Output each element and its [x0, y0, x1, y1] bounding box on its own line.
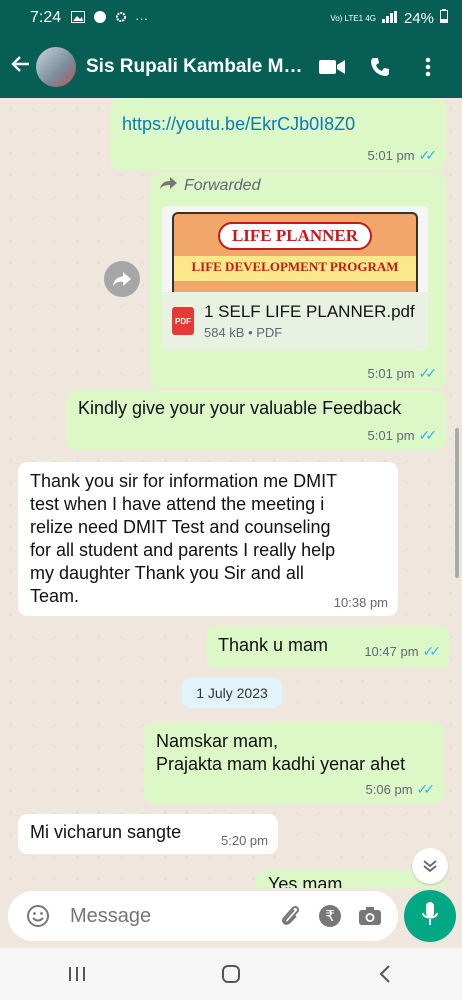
forward-arrow-icon: [160, 176, 178, 195]
camera-icon[interactable]: [350, 906, 390, 926]
message-composer[interactable]: ₹: [8, 891, 398, 941]
message-meta: 10:47 pm ✓✓: [364, 643, 442, 660]
home-icon[interactable]: [201, 954, 261, 994]
message-incoming[interactable]: Mi vicharun sangte 5:20 pm: [18, 814, 278, 854]
message-time: 5:01 pm: [367, 148, 415, 163]
attachment-icon[interactable]: [270, 904, 310, 928]
settings-icon: [115, 11, 127, 26]
message-meta: 10:38 pm: [334, 595, 388, 610]
double-check-icon: ✓✓: [418, 427, 438, 443]
status-bar: 7:24 ··· Vo) LTE1 4G 24%: [0, 0, 462, 36]
message-text: Namskar mam, Prajakta mam kadhi yenar ah…: [156, 731, 406, 774]
message-time: 10:47 pm: [364, 644, 419, 659]
share-icon[interactable]: [104, 261, 140, 297]
recent-apps-icon[interactable]: [47, 954, 107, 994]
video-call-icon[interactable]: [308, 59, 356, 75]
microphone-button[interactable]: [404, 890, 456, 942]
thumbnail-subtitle: LIFE DEVELOPMENT PROGRAM: [174, 256, 416, 281]
double-check-icon: ✓✓: [416, 781, 436, 797]
signal-icon: [381, 10, 398, 27]
message-input[interactable]: [70, 904, 270, 928]
document-card[interactable]: LIFE PLANNER LIFE DEVELOPMENT PROGRAM PD…: [162, 206, 428, 350]
svg-text:₹: ₹: [325, 907, 335, 925]
message-outgoing[interactable]: Thank u mam 10:47 pm ✓✓: [206, 626, 450, 668]
scrollbar[interactable]: [455, 428, 459, 578]
message-text: Mi vicharun sangte: [30, 822, 182, 842]
network-indicator: Vo) LTE1 4G: [330, 13, 376, 23]
message-meta: 5:01 pm ✓✓: [367, 147, 438, 164]
arrow-left-icon[interactable]: [4, 53, 36, 81]
pdf-file-icon: PDF: [172, 307, 194, 335]
gallery-icon: [71, 10, 86, 26]
document-info[interactable]: PDF 1 SELF LIFE PLANNER.pdf 584 kB • PDF: [162, 292, 428, 350]
battery-level: 24%: [403, 9, 434, 27]
status-time: 7:24: [30, 9, 62, 26]
rupee-payment-icon[interactable]: ₹: [310, 904, 350, 928]
avatar[interactable]: [36, 47, 76, 87]
message-meta: 5:06 pm ✓✓: [365, 781, 436, 798]
forwarded-text: Forwarded: [184, 176, 261, 194]
thumbnail-title: LIFE PLANNER: [217, 222, 373, 250]
whatsapp-icon: [93, 10, 107, 27]
message-text: Kindly give your your valuable Feedback: [78, 398, 402, 418]
date-divider: 1 July 2023: [182, 678, 282, 708]
document-meta: 584 kB • PDF: [204, 325, 283, 340]
emoji-icon[interactable]: [18, 904, 58, 928]
microphone-icon: [421, 901, 439, 932]
forwarded-label: Forwarded: [160, 176, 260, 195]
scroll-down-button[interactable]: [412, 848, 448, 884]
message-time: 10:38 pm: [333, 595, 388, 610]
message-meta: 5:20 pm: [221, 833, 268, 848]
message-outgoing-document[interactable]: Forwarded LIFE PLANNER LIFE DEVELOPMENT …: [150, 172, 446, 388]
chat-header: Sis Rupali Kambale Ma...: [0, 36, 462, 98]
message-time: 5:01 pm: [367, 366, 415, 381]
double-check-icon: ✓✓: [418, 147, 438, 163]
document-name: 1 SELF LIFE PLANNER.pdf: [204, 302, 415, 321]
kebab-menu-icon[interactable]: [404, 57, 452, 77]
message-text: Thank you sir for information me DMIT te…: [30, 471, 338, 606]
message-link[interactable]: https://youtu.be/EkrCJb0I8Z0: [122, 114, 355, 135]
battery-icon: [440, 9, 448, 27]
message-meta: 5:01 pm ✓✓: [367, 365, 438, 382]
double-check-icon: ✓✓: [422, 643, 442, 659]
chat-area[interactable]: https://youtu.be/EkrCJb0I8Z0 5:01 pm ✓✓ …: [0, 98, 462, 888]
message-time: 5:06 pm: [365, 782, 413, 797]
message-time: 5:20 pm: [221, 833, 268, 848]
message-outgoing[interactable]: Kindly give your your valuable Feedback …: [66, 390, 446, 450]
phone-icon[interactable]: [356, 56, 404, 78]
message-incoming[interactable]: Thank you sir for information me DMIT te…: [18, 462, 398, 616]
message-text: Yes mam: [268, 874, 343, 888]
double-check-icon: ✓✓: [418, 365, 438, 381]
message-outgoing[interactable]: https://youtu.be/EkrCJb0I8Z0 5:01 pm ✓✓: [110, 98, 446, 170]
system-nav-bar: [0, 948, 462, 1000]
document-thumbnail[interactable]: LIFE PLANNER LIFE DEVELOPMENT PROGRAM: [162, 206, 428, 292]
more-notifications-icon: ···: [135, 10, 149, 26]
message-text: Thank u mam: [218, 635, 329, 655]
message-time: 5:01 pm: [367, 428, 415, 443]
back-nav-icon[interactable]: [355, 954, 415, 994]
message-meta: 5:01 pm ✓✓: [367, 427, 438, 444]
contact-name[interactable]: Sis Rupali Kambale Ma...: [86, 56, 308, 78]
message-outgoing[interactable]: Namskar mam, Prajakta mam kadhi yenar ah…: [144, 722, 444, 804]
